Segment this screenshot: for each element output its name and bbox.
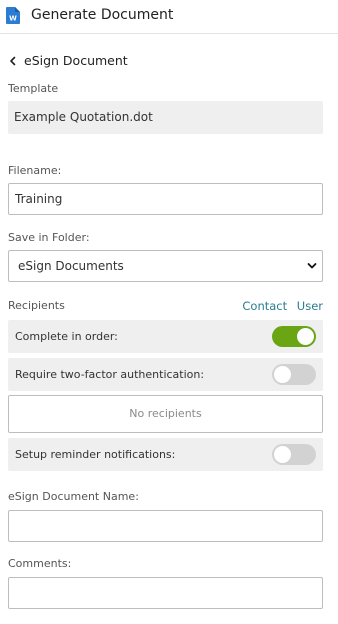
recipients-list: No recipients [8,395,323,433]
recipient-links: Contact User [236,299,323,313]
esign-name-input[interactable] [8,510,323,542]
two-factor-row: Require two-factor authentication: [8,358,323,391]
svg-text:W: W [9,15,17,23]
esign-name-label: eSign Document Name: [8,490,139,503]
complete-in-order-label: Complete in order: [15,330,118,343]
app-header: W Generate Document [0,0,338,34]
toggle-knob [274,446,291,463]
chevron-left-icon [10,56,16,66]
add-contact-link[interactable]: Contact [242,299,287,313]
folder-select[interactable]: eSign Documents [8,250,323,282]
template-value: Example Quotation.dot [8,101,323,134]
word-document-icon: W [6,7,20,24]
two-factor-toggle[interactable] [272,364,316,385]
filename-label: Filename: [8,164,62,177]
add-user-link[interactable]: User [297,299,323,313]
folder-selected-value: eSign Documents [18,259,124,273]
complete-in-order-row: Complete in order: [8,320,323,353]
recipients-label: Recipients [8,299,65,312]
two-factor-label: Require two-factor authentication: [15,368,205,381]
folder-label: Save in Folder: [8,231,90,244]
reminders-row: Setup reminder notifications: [8,438,323,471]
template-label: Template [8,82,59,95]
filename-input[interactable] [8,183,323,215]
page-title: Generate Document [31,7,174,23]
reminders-toggle[interactable] [272,444,316,465]
chevron-down-icon [307,263,317,269]
comments-label: Comments: [8,557,72,570]
complete-in-order-toggle[interactable] [272,326,316,347]
comments-input[interactable] [8,577,323,609]
back-link[interactable]: eSign Document [8,51,128,71]
reminders-label: Setup reminder notifications: [15,448,176,461]
toggle-knob [274,366,291,383]
toggle-knob [297,328,314,345]
back-label: eSign Document [24,53,128,68]
